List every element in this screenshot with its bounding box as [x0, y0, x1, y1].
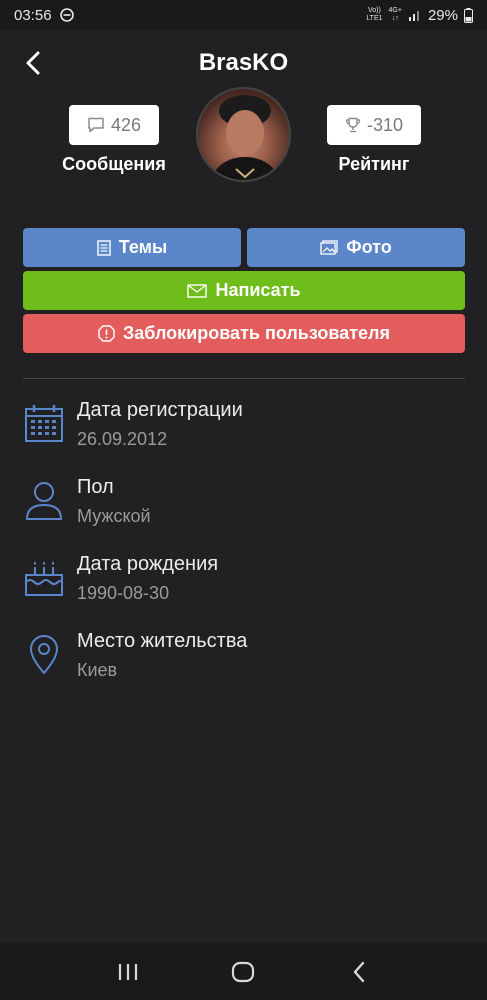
back-button[interactable]: [18, 48, 48, 78]
page-title: BrasKO: [198, 49, 289, 76]
home-button[interactable]: [223, 952, 263, 992]
info-location: Место жительства Киев: [24, 630, 464, 690]
topics-button-label: Темы: [118, 237, 168, 257]
rating-value: -310: [366, 114, 404, 135]
avatar: [196, 87, 291, 182]
system-navigation-bar: [0, 943, 487, 1000]
birthday-cake-icon: [25, 561, 63, 596]
status-time: 03:56: [14, 6, 52, 24]
info-gender: Пол Мужской: [24, 476, 464, 536]
rating-label: Рейтинг: [338, 154, 410, 174]
battery-percent: 29%: [427, 6, 458, 24]
block-user-label: Заблокировать пользователя: [123, 323, 390, 343]
info-label: Пол: [77, 476, 114, 498]
battery-icon: [464, 7, 473, 23]
messages-label: Сообщения: [62, 154, 166, 174]
image-icon: [320, 240, 338, 255]
calendar-icon: [25, 405, 63, 442]
rating-box[interactable]: -310: [327, 105, 421, 145]
info-birth-date: Дата рождения 1990-08-30: [24, 553, 464, 613]
divider: [23, 378, 465, 379]
write-message-label: Написать: [215, 280, 301, 300]
write-message-button[interactable]: Написать: [23, 271, 465, 310]
recent-apps-icon: [118, 963, 137, 980]
info-registration-date: Дата регистрации 26.09.2012: [24, 399, 464, 459]
block-user-button[interactable]: Заблокировать пользователя: [23, 314, 465, 353]
photo-button-label: Фото: [346, 237, 392, 257]
topics-button[interactable]: Темы: [23, 228, 241, 267]
person-icon: [26, 482, 62, 520]
envelope-icon: [187, 283, 208, 298]
location-pin-icon: [30, 635, 58, 674]
messages-count-box[interactable]: 426: [69, 105, 159, 145]
home-icon: [232, 961, 255, 982]
info-label: Место жительства: [77, 630, 248, 652]
back-nav-button[interactable]: [339, 952, 379, 992]
recent-apps-button[interactable]: [108, 952, 148, 992]
do-not-disturb-icon: [59, 8, 74, 22]
info-value: Мужской: [77, 506, 151, 526]
document-icon: [97, 239, 111, 256]
warning-octagon-icon: [98, 325, 115, 342]
info-value: 26.09.2012: [77, 429, 168, 449]
back-arrow-icon: [353, 961, 365, 982]
info-label: Дата рождения: [77, 553, 219, 575]
photo-button[interactable]: Фото: [247, 228, 465, 267]
chevron-left-icon: [26, 51, 40, 75]
chat-bubble-icon: [88, 117, 104, 133]
network-type-indicator: 4G+ ↓↑: [388, 7, 402, 22]
info-value: Киев: [77, 660, 118, 680]
avatar-image: [209, 95, 282, 180]
info-value: 1990-08-30: [77, 583, 170, 603]
messages-count: 426: [110, 114, 142, 135]
trophy-icon: [345, 117, 361, 133]
status-bar: 03:56 Vo)) LTE1 4G+ ↓↑ 29%: [0, 0, 487, 30]
volte-indicator: Vo)) LTE1: [366, 7, 383, 22]
info-label: Дата регистрации: [77, 399, 243, 421]
signal-icon: [408, 11, 419, 21]
